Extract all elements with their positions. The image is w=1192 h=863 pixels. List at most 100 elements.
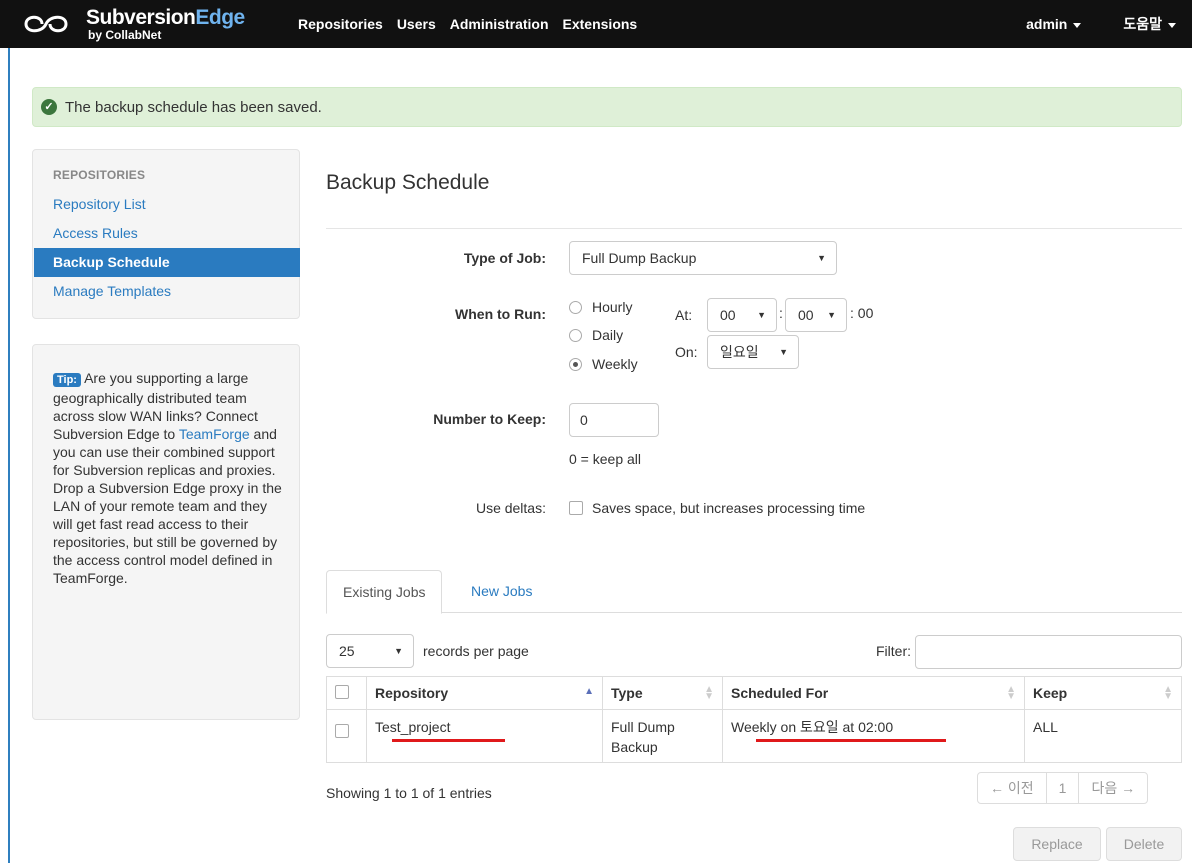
tip-text-after: and you can use their combined support f…	[53, 426, 282, 586]
logo-main-text: Subversion	[86, 6, 196, 29]
teamforge-link[interactable]: TeamForge	[179, 426, 250, 442]
column-type[interactable]: Type ▲ ▼	[602, 676, 723, 710]
cell-scheduled-for: Weekly on 토요일 at 02:00	[722, 709, 1025, 763]
radio-button[interactable]	[569, 328, 582, 342]
user-menu-label: admin	[1026, 16, 1068, 32]
chevron-down-icon	[1073, 22, 1082, 28]
check-circle-icon: ✓	[41, 99, 57, 115]
jobs-tabs: Existing Jobs New Jobs	[326, 570, 1182, 614]
jobs-table: Repository ▲ Type ▲ ▼ Scheduled For ▲ ▼ Keep ▲…	[326, 676, 1182, 763]
keep-help-text: 0 = keep all	[569, 451, 641, 467]
on-label: On:	[675, 344, 698, 360]
tip-label: Tip:	[53, 373, 81, 387]
sort-icon: ▲ ▼	[1006, 684, 1016, 702]
table-row: Test_project Full Dump Backup Weekly on …	[326, 709, 1182, 763]
radio-button[interactable]	[569, 300, 582, 314]
number-to-keep-label: Number to Keep:	[433, 411, 546, 427]
chevron-down-icon: ▼	[394, 646, 403, 656]
row-checkbox[interactable]	[335, 724, 349, 738]
tab-existing-jobs[interactable]: Existing Jobs	[326, 570, 443, 614]
top-navbar: SubversionEdge by CollabNet Repositories…	[0, 0, 1192, 48]
radio-button-checked[interactable]	[569, 357, 582, 371]
seconds-text: : 00	[850, 305, 874, 321]
at-label: At:	[675, 307, 693, 323]
use-deltas-checkbox[interactable]	[569, 501, 583, 515]
column-scheduled-for-label: Scheduled For	[731, 685, 829, 701]
column-type-label: Type	[611, 685, 643, 701]
sidebar-heading: REPOSITORIES	[53, 168, 146, 182]
pager-page-1[interactable]: 1	[1047, 773, 1080, 803]
page-title: Backup Schedule	[326, 171, 490, 194]
tab-new-jobs[interactable]: New Jobs	[455, 570, 548, 613]
pagination: ← 이전 1 다음 →	[977, 772, 1149, 804]
subversion-edge-logo[interactable]: SubversionEdge by CollabNet	[20, 6, 245, 42]
sort-ascending-icon: ▲	[584, 686, 594, 697]
use-deltas-option: Saves space, but increases processing ti…	[569, 500, 865, 516]
use-deltas-text: Saves space, but increases processing ti…	[592, 500, 866, 516]
help-menu[interactable]: 도움말	[1123, 14, 1176, 34]
number-to-keep-input[interactable]: 0	[569, 403, 659, 437]
radio-daily-label: Daily	[592, 327, 624, 343]
radio-hourly-label: Hourly	[592, 299, 633, 315]
table-header-row: Repository ▲ Type ▲ ▼ Scheduled For ▲ ▼ Keep ▲…	[326, 676, 1182, 710]
page-size-value: 25	[339, 643, 355, 659]
help-menu-label: 도움말	[1123, 16, 1162, 32]
hour-select[interactable]: 00 ▼	[707, 298, 777, 332]
chevron-down-icon: ▼	[817, 253, 826, 263]
when-to-run-label: When to Run:	[455, 306, 546, 322]
column-keep[interactable]: Keep ▲ ▼	[1024, 676, 1182, 710]
minute-select[interactable]: 00 ▼	[785, 298, 847, 332]
radio-weekly-label: Weekly	[592, 356, 638, 372]
chevron-down-icon: ▼	[779, 347, 788, 357]
logo-edge-text: Edge	[195, 6, 245, 29]
select-all-cell	[326, 676, 367, 710]
cell-keep: ALL	[1024, 709, 1182, 763]
day-select[interactable]: 일요일 ▼	[707, 335, 799, 369]
sort-icon: ▲ ▼	[1163, 684, 1173, 702]
select-all-checkbox[interactable]	[335, 684, 349, 699]
table-summary: Showing 1 to 1 of 1 entries	[326, 785, 492, 801]
column-repository-label: Repository	[375, 685, 449, 701]
tip-text: Tip: Are you supporting a large geograph…	[53, 369, 285, 587]
nav-users[interactable]: Users	[397, 16, 436, 32]
row-select-cell	[326, 709, 367, 763]
user-menu[interactable]: admin	[1026, 16, 1082, 32]
sidebar-item-access-rules[interactable]: Access Rules	[34, 219, 300, 248]
pager-next[interactable]: 다음 →	[1079, 773, 1147, 803]
type-of-job-select[interactable]: Full Dump Backup ▼	[569, 241, 837, 275]
filter-label: Filter:	[876, 643, 911, 659]
chevron-down-icon	[1168, 22, 1176, 28]
replace-button[interactable]: Replace	[1013, 827, 1101, 861]
sort-icon: ▲ ▼	[704, 684, 714, 702]
sidebar-item-manage-templates[interactable]: Manage Templates	[34, 277, 300, 306]
nav-repositories[interactable]: Repositories	[298, 16, 383, 32]
pager-previous[interactable]: ← 이전	[978, 773, 1047, 803]
nav-extensions[interactable]: Extensions	[563, 16, 638, 32]
sidebar-item-repository-list[interactable]: Repository List	[34, 190, 300, 219]
cell-repository[interactable]: Test_project	[366, 709, 603, 763]
nav-administration[interactable]: Administration	[450, 16, 549, 32]
use-deltas-label: Use deltas:	[475, 500, 546, 516]
type-of-job-label: Type of Job:	[463, 250, 546, 266]
cell-type: Full Dump Backup	[602, 709, 723, 763]
radio-hourly[interactable]: Hourly	[569, 299, 632, 315]
main-nav: Repositories Users Administration Extens…	[298, 0, 651, 48]
column-scheduled-for[interactable]: Scheduled For ▲ ▼	[722, 676, 1025, 710]
logo-sub-text: by CollabNet	[88, 28, 162, 42]
column-keep-label: Keep	[1033, 685, 1068, 701]
filter-input[interactable]	[915, 635, 1182, 669]
time-separator: :	[779, 305, 783, 321]
chevron-down-icon: ▼	[827, 310, 836, 320]
annotation-underline-repository	[392, 739, 505, 742]
divider	[326, 228, 1182, 229]
column-repository[interactable]: Repository ▲	[366, 676, 603, 710]
radio-weekly[interactable]: Weekly	[569, 356, 638, 372]
page-left-border	[8, 48, 10, 863]
sidebar-item-backup-schedule[interactable]: Backup Schedule	[34, 248, 300, 277]
type-of-job-value: Full Dump Backup	[582, 250, 697, 266]
delete-button[interactable]: Delete	[1106, 827, 1182, 861]
page-size-select[interactable]: 25 ▼	[326, 634, 414, 668]
day-value: 일요일	[720, 344, 759, 360]
tip-box: Tip: Are you supporting a large geograph…	[32, 344, 300, 720]
radio-daily[interactable]: Daily	[569, 327, 623, 343]
